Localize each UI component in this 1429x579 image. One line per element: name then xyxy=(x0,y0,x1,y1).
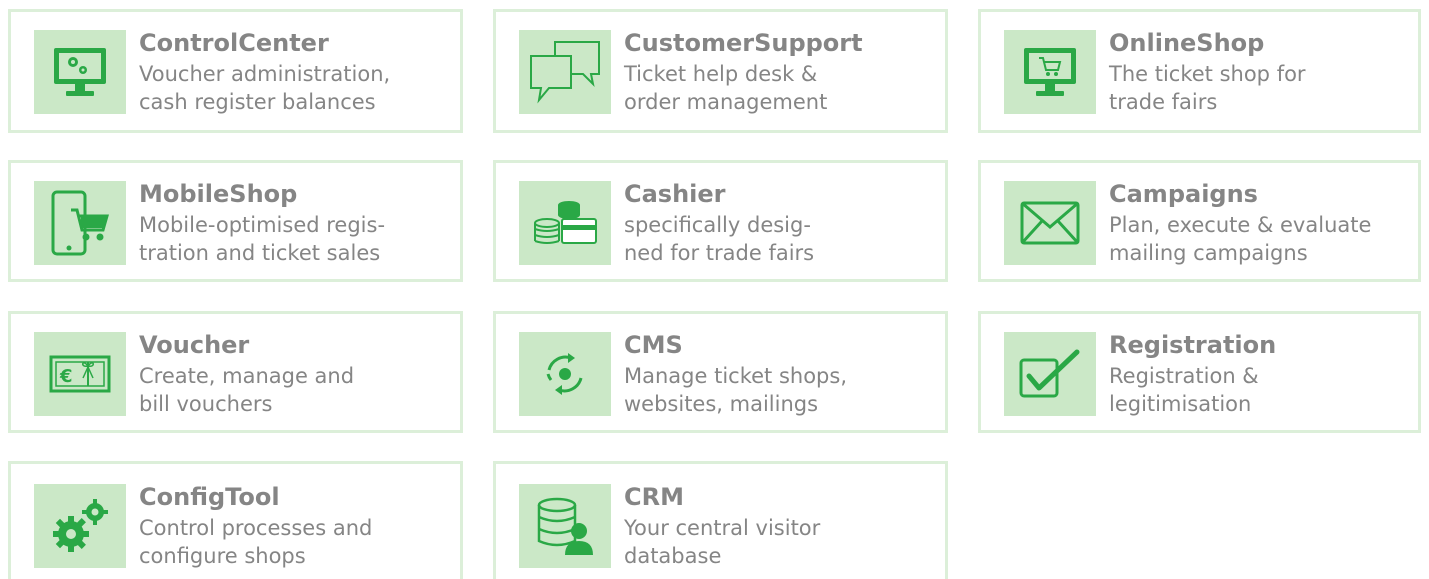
coins-card-icon xyxy=(519,181,611,265)
card-crm[interactable]: CRM Your central visitor database xyxy=(493,461,948,579)
card-description: Mobile-optimised regis- tration and tick… xyxy=(139,213,386,265)
card-title: ControlCenter xyxy=(139,29,329,57)
card-registration[interactable]: Registration Registration & legitimisati… xyxy=(978,311,1421,433)
card-cms[interactable]: CMS Manage ticket shops, websites, maili… xyxy=(493,311,948,433)
refresh-circle-icon xyxy=(519,332,611,416)
card-title: OnlineShop xyxy=(1109,29,1265,57)
svg-text:€: € xyxy=(59,366,73,387)
card-configtool[interactable]: ConfigTool Control processes and configu… xyxy=(8,461,463,579)
card-description: Registration & legitimisation xyxy=(1109,364,1259,416)
card-description: specifically desig- ned for trade fairs xyxy=(624,213,815,265)
monitor-gears-icon xyxy=(34,30,126,114)
card-title: CustomerSupport xyxy=(624,29,863,57)
card-onlineshop[interactable]: OnlineShop The ticket shop for trade fai… xyxy=(978,9,1421,133)
envelope-icon xyxy=(1004,181,1096,265)
card-campaigns[interactable]: Campaigns Plan, execute & evaluate maili… xyxy=(978,160,1421,282)
card-description: Your central visitor database xyxy=(624,516,821,568)
card-title: Campaigns xyxy=(1109,180,1258,208)
card-description: Create, manage and bill vouchers xyxy=(139,364,355,416)
card-mobileshop[interactable]: MobileShop Mobile-optimised regis- trati… xyxy=(8,160,463,282)
gears-icon xyxy=(34,484,126,568)
monitor-cart-icon xyxy=(1004,30,1096,114)
card-description: Voucher administration, cash register ba… xyxy=(139,62,391,114)
speech-bubbles-icon xyxy=(519,30,611,114)
card-title: CRM xyxy=(624,483,684,511)
card-title: Voucher xyxy=(139,331,250,359)
card-title: ConfigTool xyxy=(139,483,280,511)
phone-cart-icon xyxy=(34,181,126,265)
card-title: CMS xyxy=(624,331,683,359)
card-customersupport[interactable]: CustomerSupport Ticket help desk & order… xyxy=(493,9,948,133)
voucher-gift-icon: € xyxy=(34,332,126,416)
card-voucher[interactable]: € Voucher Create, manage and bill vouche… xyxy=(8,311,463,433)
card-title: MobileShop xyxy=(139,180,298,208)
card-description: Control processes and configure shops xyxy=(139,516,373,568)
card-title: Cashier xyxy=(624,180,726,208)
card-description: The ticket shop for trade fairs xyxy=(1109,62,1306,114)
database-person-icon xyxy=(519,484,611,568)
card-title: Registration xyxy=(1109,331,1277,359)
card-description: Manage ticket shops, websites, mailings xyxy=(624,364,847,416)
card-description: Plan, execute & evaluate mailing campaig… xyxy=(1109,213,1372,265)
card-controlcenter[interactable]: ControlCenter Voucher administration, ca… xyxy=(8,9,463,133)
card-cashier[interactable]: Cashier specifically desig- ned for trad… xyxy=(493,160,948,282)
checkbox-check-icon xyxy=(1004,332,1096,416)
card-description: Ticket help desk & order management xyxy=(624,62,828,114)
